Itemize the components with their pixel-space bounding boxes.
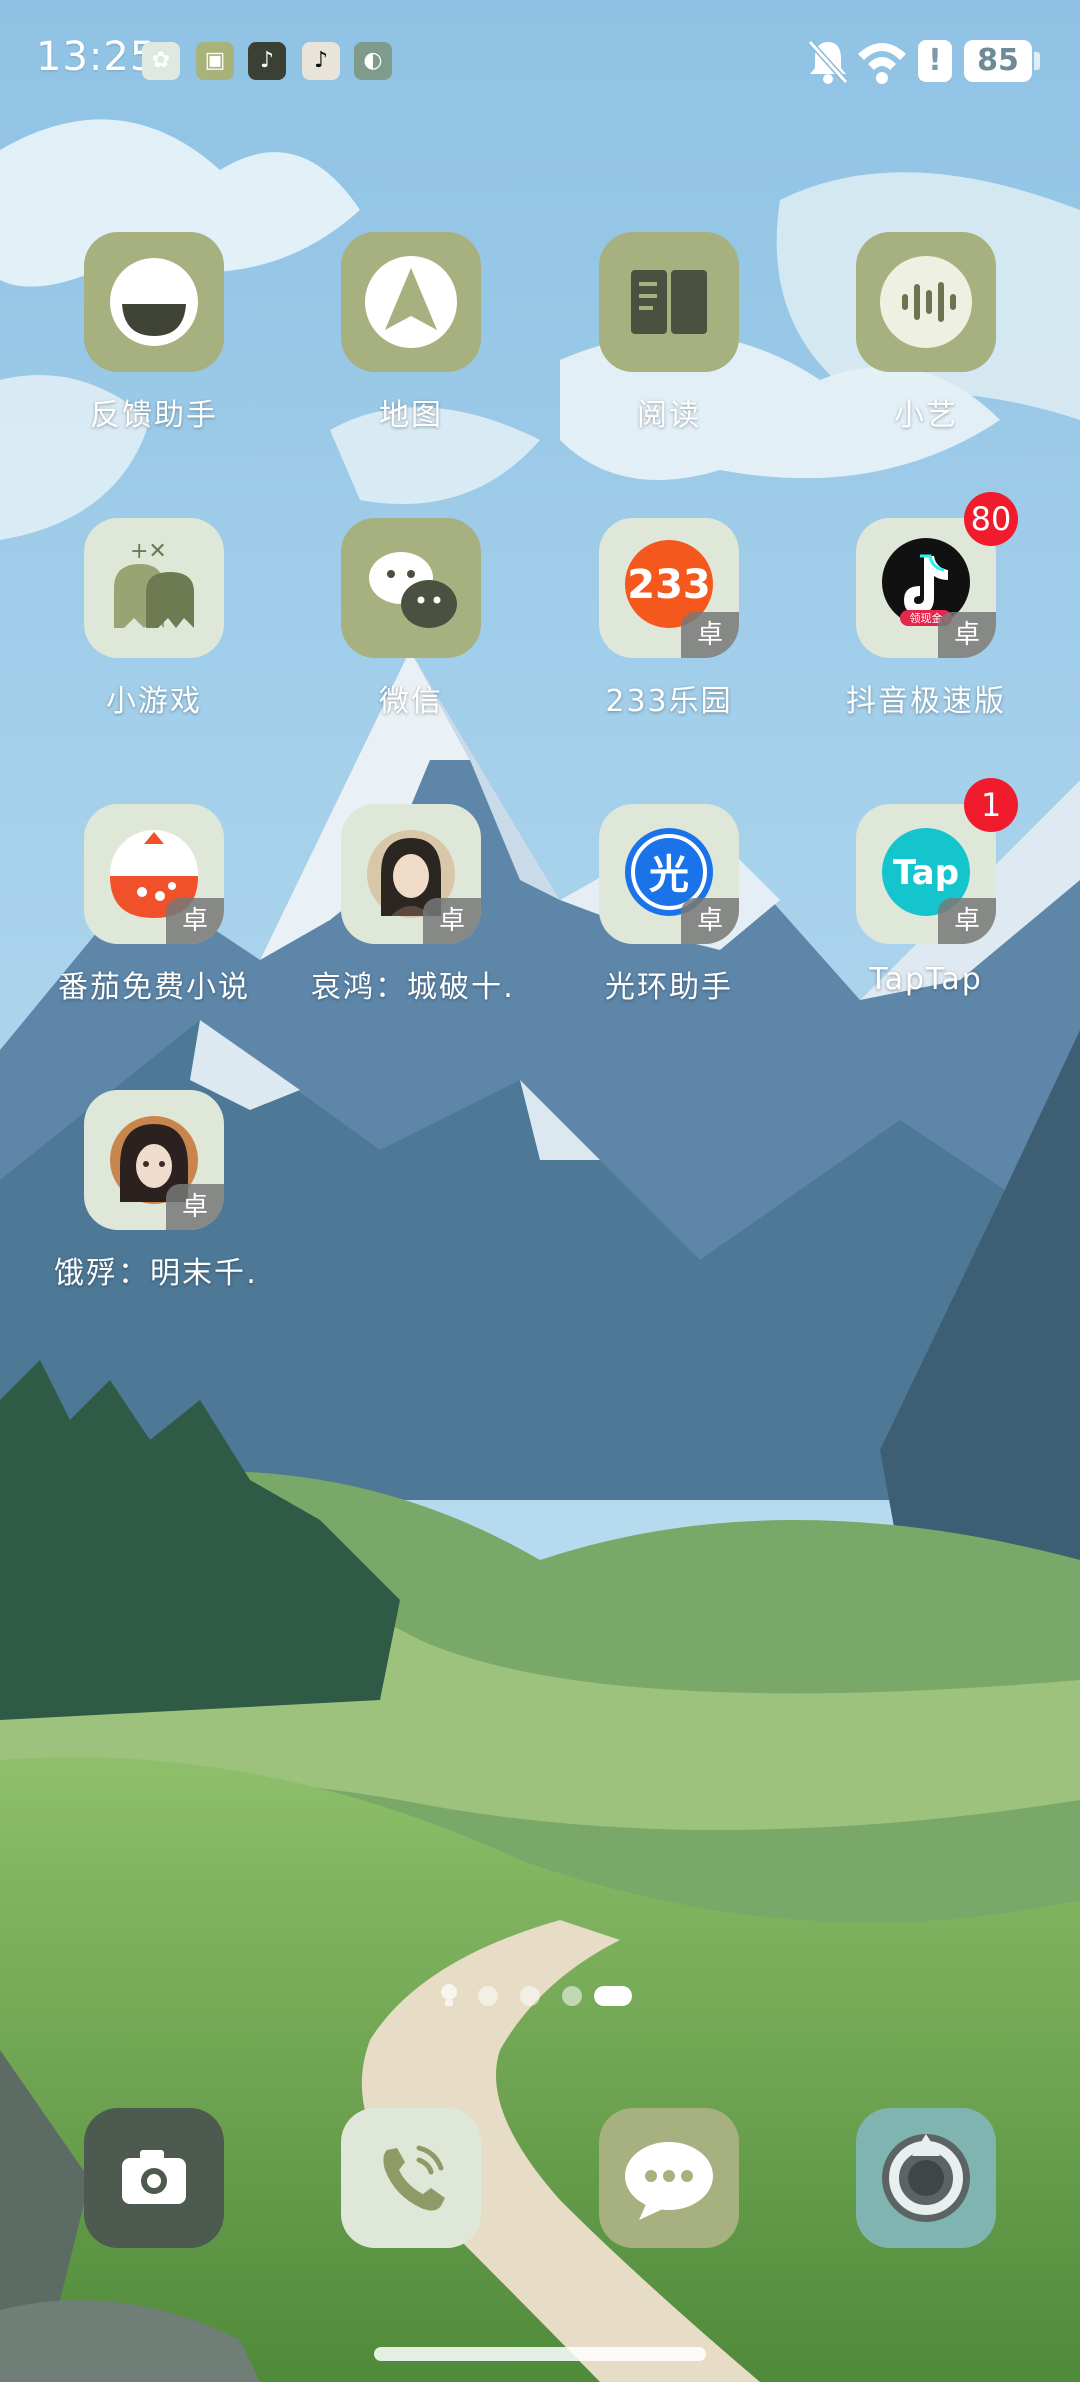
app-label: 番茄免费小说 — [58, 970, 250, 1005]
app-label: 小艺 — [894, 398, 958, 433]
notification-badge: 1 — [964, 778, 1018, 832]
app-label: 反馈助手 — [90, 398, 218, 433]
page-dot-active[interactable] — [594, 1986, 632, 2006]
phone-icon — [341, 2108, 481, 2248]
page-indicator[interactable] — [0, 1982, 1080, 2012]
compat-tag: 卓 — [938, 898, 996, 944]
dock-messages[interactable] — [569, 2108, 769, 2248]
messages-icon — [599, 2108, 739, 2248]
paradise-233-icon: 233 卓 — [599, 518, 739, 658]
camera-icon — [84, 2108, 224, 2248]
wifi-icon — [858, 43, 906, 84]
app-feedback-assistant[interactable]: 反馈助手 — [54, 232, 254, 434]
browser-icon — [856, 2108, 996, 2248]
mute-bell-icon — [807, 39, 849, 85]
home-gesture-bar[interactable] — [374, 2347, 706, 2361]
app-label: 哀鸿：城破十… — [311, 970, 511, 1005]
book-icon — [599, 232, 739, 372]
compat-tag: 卓 — [166, 898, 224, 944]
app-aihong-game[interactable]: 卓 哀鸿：城破十… — [311, 804, 511, 1006]
app-label: 微信 — [379, 684, 443, 719]
app-label: 233乐园 — [605, 684, 733, 719]
app-label: 小游戏 — [106, 684, 202, 719]
app-label: 饿殍：明末千… — [54, 1256, 254, 1291]
voice-assistant-icon — [856, 232, 996, 372]
douyin-icon: ♪ — [248, 42, 286, 80]
compat-tag: 卓 — [681, 898, 739, 944]
mini-games-icon: +✕ — [84, 518, 224, 658]
icon-text: 光 — [649, 852, 689, 898]
icon-text: Tap — [893, 853, 959, 893]
notification-badge: 80 — [964, 492, 1018, 546]
app-label: 光环助手 — [605, 970, 733, 1005]
battery-cap — [1034, 52, 1040, 70]
douyin-lite-icon: ♪ — [302, 42, 340, 80]
compat-tag: 卓 — [681, 612, 739, 658]
app-label: 抖音极速版 — [846, 684, 1006, 719]
game-avatar-icon: 卓 — [341, 804, 481, 944]
app-mini-games[interactable]: +✕ 小游戏 — [54, 518, 254, 720]
app-xiaoyi[interactable]: 小艺 — [826, 232, 1026, 434]
page-dot[interactable] — [562, 1986, 582, 2006]
app-epiao-game[interactable]: 卓 饿殍：明末千… — [54, 1090, 254, 1292]
app-233-paradise[interactable]: 233 卓 233乐园 — [569, 518, 769, 720]
lightbulb-icon — [441, 1984, 457, 2006]
douyin-lite-app-icon: 领现金 卓 80 — [856, 492, 1018, 658]
dock-camera[interactable] — [54, 2108, 254, 2248]
battery-indicator: 85 — [964, 40, 1032, 82]
tomato-novel-icon: 卓 — [84, 804, 224, 944]
app-label: 阅读 — [637, 398, 701, 433]
app-wechat[interactable]: 微信 — [311, 518, 511, 720]
app-tomato-novel[interactable]: 卓 番茄免费小说 — [54, 804, 254, 1006]
lens-icon: ◐ — [354, 42, 392, 80]
app-taptap[interactable]: Tap 卓 1 TapTap — [826, 778, 1026, 997]
app-halo-assistant[interactable]: 光 卓 光环助手 — [569, 804, 769, 1006]
app-maps[interactable]: 地图 — [311, 232, 511, 434]
dock-phone[interactable] — [311, 2108, 511, 2248]
compat-tag: 卓 — [938, 612, 996, 658]
halo-assistant-icon: 光 卓 — [599, 804, 739, 944]
feedback-assistant-icon — [84, 232, 224, 372]
page-dot[interactable] — [520, 1986, 540, 2006]
compat-tag: 卓 — [166, 1184, 224, 1230]
widget-icon: ▣ — [196, 42, 234, 80]
status-bar: 13:25 ✿ ▣ ♪ ♪ ◐ ! 85 — [0, 0, 1080, 120]
app-label: TapTap — [869, 962, 983, 997]
page-dot[interactable] — [478, 1986, 498, 2006]
app-douyin-lite[interactable]: 领现金 卓 80 抖音极速版 — [826, 492, 1026, 720]
wechat-icon — [341, 518, 481, 658]
assistant-icon: ✿ — [142, 42, 180, 80]
compat-tag: 卓 — [423, 898, 481, 944]
taptap-icon: Tap 卓 1 — [856, 778, 1018, 944]
icon-text: 233 — [627, 562, 711, 608]
dock-browser[interactable] — [826, 2108, 1026, 2248]
alert-icon: ! — [918, 40, 952, 82]
svg-text:+✕: +✕ — [130, 539, 167, 564]
clock: 13:25 — [36, 34, 157, 80]
game-girl-avatar-icon: 卓 — [84, 1090, 224, 1230]
app-label: 地图 — [379, 398, 443, 433]
map-icon — [341, 232, 481, 372]
app-reading[interactable]: 阅读 — [569, 232, 769, 434]
